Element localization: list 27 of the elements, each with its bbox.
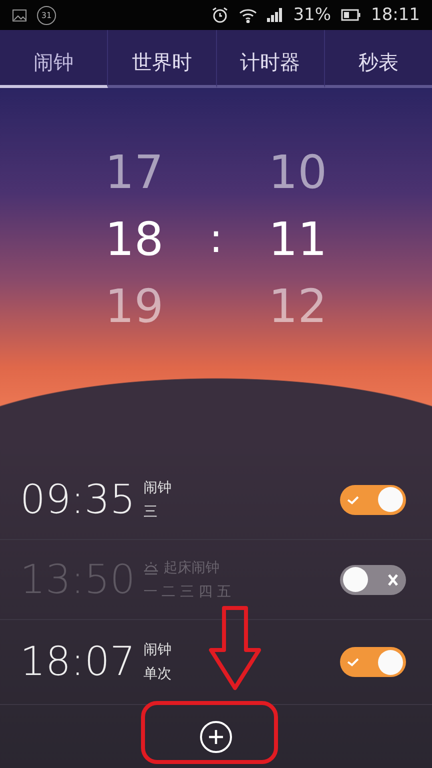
sun-icon	[143, 560, 160, 576]
add-alarm-button[interactable]	[200, 720, 232, 752]
time-separator: :	[209, 215, 223, 264]
alarm-repeat: 三	[143, 502, 158, 520]
image-icon	[12, 8, 27, 22]
alarm-time: 09:35	[20, 476, 136, 522]
alarm-toggle[interactable]	[340, 484, 406, 514]
picker-number[interactable]: 18	[104, 211, 164, 268]
wifi-icon	[239, 8, 258, 22]
alarm-repeat: 单次	[143, 665, 172, 683]
plus-icon	[208, 728, 224, 744]
picker-number[interactable]: 11	[268, 211, 327, 268]
alarm-time: 18:07	[20, 639, 136, 685]
alarm-label: 闹钟	[143, 641, 172, 659]
battery-percent: 31%	[293, 5, 331, 25]
clock-time: 18:11	[371, 5, 420, 25]
alarm-label: 闹钟	[143, 478, 172, 496]
calendar-icon: 31	[37, 6, 56, 24]
signal-icon	[267, 8, 284, 22]
alarm-clock-icon	[211, 6, 230, 24]
picker-number[interactable]: 17	[104, 144, 164, 201]
picker-number[interactable]: 10	[268, 144, 327, 201]
alarm-toggle[interactable]	[340, 647, 406, 677]
battery-icon	[341, 9, 361, 21]
alarm-repeat: 一 二 三 四 五	[143, 582, 232, 600]
alarm-label: 起床闹钟	[163, 558, 220, 576]
alarm-toggle[interactable]	[340, 564, 406, 594]
